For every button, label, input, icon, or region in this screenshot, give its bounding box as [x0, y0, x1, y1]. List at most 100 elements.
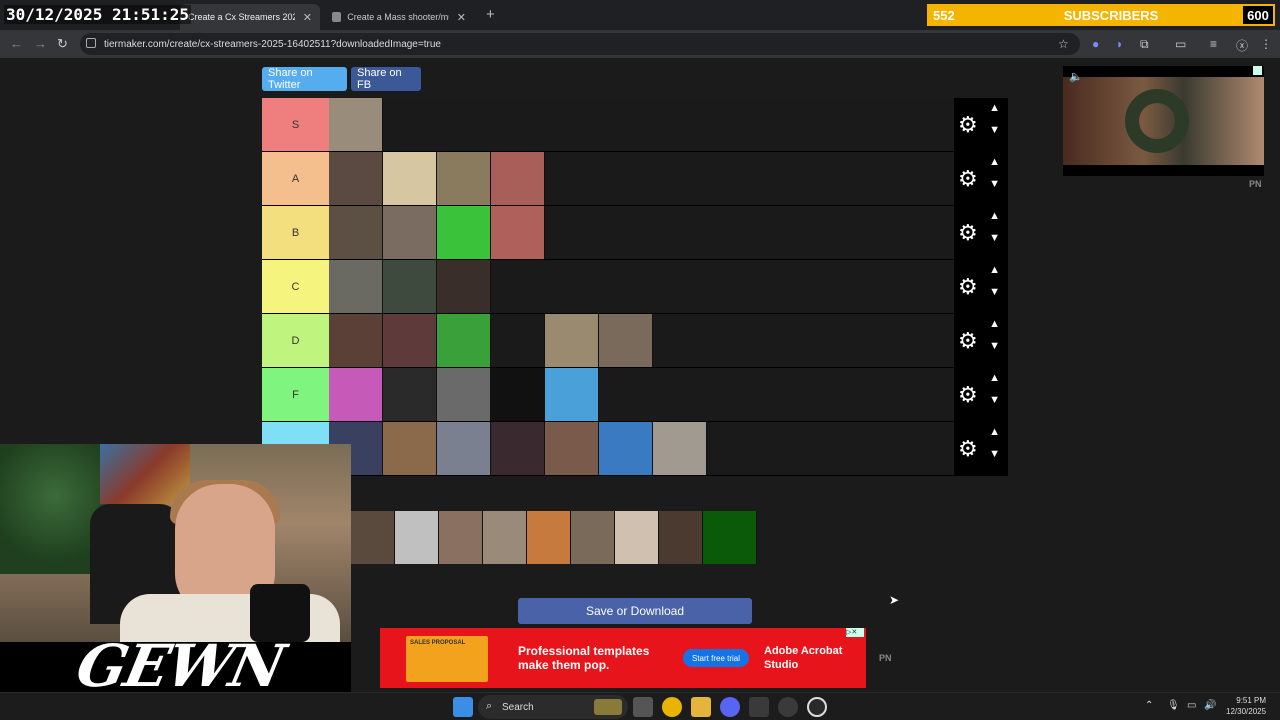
streamer-card[interactable] [437, 152, 491, 205]
network-icon[interactable]: ▭ [1187, 700, 1196, 711]
chevron-up-icon[interactable]: ▲ [989, 426, 1000, 438]
tier-label[interactable]: D [262, 314, 329, 367]
streamer-card[interactable] [383, 260, 437, 313]
gear-icon[interactable]: ⚙ [958, 382, 978, 408]
streamer-card[interactable] [437, 260, 491, 313]
streamer-card[interactable] [491, 152, 545, 205]
menu-kebab-icon[interactable]: ⋮ [1260, 37, 1272, 51]
streamer-card[interactable] [491, 368, 545, 421]
streamer-card[interactable] [383, 314, 437, 367]
system-clock[interactable]: 9:51 PM 12/30/2025 [1226, 695, 1266, 717]
chevron-up-icon[interactable]: ▲ [989, 318, 1000, 330]
streamer-card[interactable] [653, 422, 707, 475]
file-explorer-icon[interactable] [691, 697, 711, 717]
back-icon[interactable]: ← [10, 36, 23, 51]
video-ad[interactable]: 🔈 [1063, 66, 1264, 176]
tab-second[interactable]: Create a Mass shooter/murder ✕ [324, 4, 474, 30]
close-icon[interactable]: ✕ [303, 11, 312, 24]
forward-icon[interactable]: → [34, 36, 47, 51]
app-icon[interactable] [749, 697, 769, 717]
extensions-puzzle-icon[interactable]: ⧉ [1140, 37, 1149, 52]
streamer-card[interactable] [329, 314, 383, 367]
url-field[interactable]: tiermaker.com/create/cx-streamers-2025-1… [80, 33, 1080, 55]
ad-close-icon[interactable]: ▷✕ [846, 628, 864, 637]
bookmark-star-icon[interactable]: ☆ [1058, 37, 1069, 51]
obs-icon[interactable] [778, 697, 798, 717]
streamer-card[interactable] [483, 511, 527, 564]
tier-label[interactable]: C [262, 260, 329, 313]
streamer-card[interactable] [437, 206, 491, 259]
chrome-icon[interactable] [662, 697, 682, 717]
chevron-down-icon[interactable]: ▼ [989, 124, 1000, 136]
streamer-card[interactable] [491, 422, 545, 475]
chevron-up-icon[interactable]: ▲ [989, 264, 1000, 276]
chevron-down-icon[interactable]: ▼ [989, 340, 1000, 352]
ad-cta-button[interactable]: Start free trial [683, 649, 749, 667]
share-twitter-button[interactable]: Share on Twitter [262, 67, 347, 91]
streamer-card[interactable] [571, 511, 615, 564]
chevron-up-icon[interactable]: ▲ [989, 156, 1000, 168]
streamer-card[interactable] [527, 511, 571, 564]
profile-avatar-icon[interactable]: ⓧ [1236, 37, 1248, 54]
streamer-card[interactable] [659, 511, 703, 564]
chevron-up-icon[interactable]: ▲ [989, 102, 1000, 114]
mute-icon[interactable]: 🔈 [1069, 70, 1083, 83]
chevron-down-icon[interactable]: ▼ [989, 232, 1000, 244]
streamer-card[interactable] [491, 206, 545, 259]
save-download-button[interactable]: Save or Download [518, 598, 752, 624]
gear-icon[interactable]: ⚙ [958, 112, 978, 138]
streamer-card[interactable] [615, 511, 659, 564]
chevron-down-icon[interactable]: ▼ [989, 448, 1000, 460]
banner-ad[interactable]: SALES PROPOSAL Professional templates ma… [380, 628, 866, 688]
start-windows-icon[interactable] [453, 697, 473, 717]
streamer-card[interactable] [395, 511, 439, 564]
streamer-card[interactable] [329, 152, 383, 205]
chevron-down-icon[interactable]: ▼ [989, 394, 1000, 406]
gear-icon[interactable]: ⚙ [958, 274, 978, 300]
gear-icon[interactable]: ⚙ [958, 166, 978, 192]
streamer-card[interactable] [439, 511, 483, 564]
extension-audio-icon[interactable]: ◗ [1116, 37, 1123, 51]
tier-label[interactable]: B [262, 206, 329, 259]
streamer-card[interactable] [351, 511, 395, 564]
chevron-down-icon[interactable]: ▼ [989, 178, 1000, 190]
taskbar-search[interactable]: ⌕ Search [478, 695, 628, 719]
tier-label[interactable]: S [262, 98, 329, 151]
chevron-up-icon[interactable]: ▲ [989, 372, 1000, 384]
streamer-card[interactable] [545, 422, 599, 475]
discord-icon[interactable] [720, 697, 740, 717]
tier-label[interactable]: F [262, 368, 329, 421]
streamer-card[interactable] [599, 314, 653, 367]
tab-tiermaker[interactable]: Create a Cx Streamers 2025 Tie ✕ [180, 4, 320, 30]
gear-icon[interactable]: ⚙ [958, 220, 978, 246]
chevron-up-icon[interactable]: ▲ [989, 210, 1000, 222]
streamer-card[interactable] [383, 368, 437, 421]
streamer-card[interactable] [383, 152, 437, 205]
tray-overflow-icon[interactable]: ⌃ [1145, 700, 1153, 711]
streamer-card[interactable] [491, 314, 545, 367]
reload-icon[interactable]: ↻ [57, 36, 68, 52]
streamer-card[interactable] [437, 422, 491, 475]
streamer-card[interactable] [545, 368, 599, 421]
new-tab-icon[interactable]: + [486, 6, 495, 23]
chevron-down-icon[interactable]: ▼ [989, 286, 1000, 298]
streamer-card[interactable] [383, 422, 437, 475]
streamer-card[interactable] [329, 206, 383, 259]
streamer-card[interactable] [329, 98, 383, 151]
tier-label[interactable]: A [262, 152, 329, 205]
clock-app-icon[interactable] [807, 697, 827, 717]
streamer-card[interactable] [329, 368, 383, 421]
streamer-card[interactable] [599, 422, 653, 475]
microphone-icon[interactable]: 🎙 [1167, 700, 1180, 711]
close-icon[interactable]: ✕ [457, 11, 466, 24]
extension-icon[interactable]: ● [1092, 37, 1099, 51]
media-controls-icon[interactable]: ≡ [1210, 37, 1217, 51]
task-view-icon[interactable] [633, 697, 653, 717]
share-fb-button[interactable]: Share on FB [351, 67, 421, 91]
streamer-card[interactable] [545, 314, 599, 367]
streamer-card[interactable] [703, 511, 757, 564]
volume-icon[interactable]: 🔊 [1204, 700, 1216, 711]
gear-icon[interactable]: ⚙ [958, 436, 978, 462]
cast-icon[interactable]: ▭ [1175, 37, 1186, 51]
streamer-card[interactable] [437, 314, 491, 367]
